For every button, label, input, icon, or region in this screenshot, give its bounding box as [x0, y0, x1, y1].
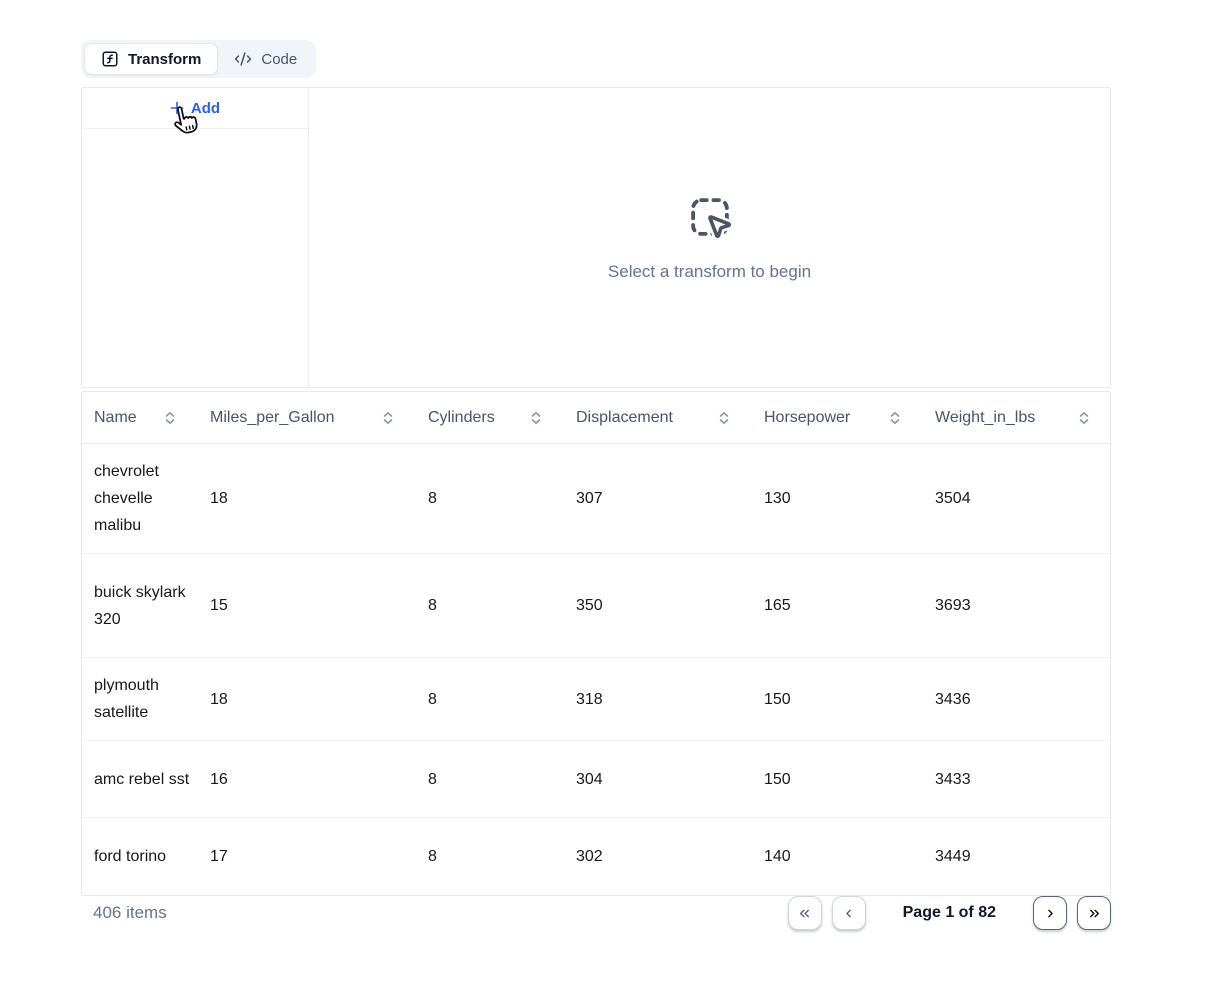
cell-cylinders: 8: [416, 578, 564, 633]
add-transform-button[interactable]: Add: [170, 100, 220, 117]
column-header-label: Displacement: [576, 409, 673, 427]
cell-displacement: 307: [564, 471, 752, 526]
add-transform-label: Add: [191, 100, 220, 117]
cell-displacement: 304: [564, 752, 752, 807]
sort-chevrons-icon: [889, 411, 901, 425]
cell-weight-in-lbs: 3693: [923, 578, 1112, 633]
view-mode-tabbar: Transform Code: [81, 40, 316, 78]
column-header-cylinders[interactable]: Cylinders: [416, 409, 564, 427]
first-page-button[interactable]: [788, 896, 822, 930]
page-status: Page 1 of 82: [903, 904, 996, 922]
column-header-displacement[interactable]: Displacement: [564, 409, 752, 427]
next-page-button[interactable]: [1033, 896, 1067, 930]
cell-name: ford torino: [82, 829, 198, 884]
cell-horsepower: 150: [752, 672, 923, 727]
column-header-label: Cylinders: [428, 409, 495, 427]
add-transform-row: Add: [82, 88, 308, 129]
cell-name: amc rebel sst: [82, 752, 198, 807]
tab-transform-label: Transform: [128, 51, 201, 68]
column-header-label: Weight_in_lbs: [935, 409, 1035, 427]
cell-horsepower: 130: [752, 471, 923, 526]
chevron-left-icon: [841, 906, 856, 921]
app-window: Transform Code Add: [0, 0, 1212, 982]
empty-state-text: Select a transform to begin: [608, 262, 811, 282]
column-header-miles-per-gallon[interactable]: Miles_per_Gallon: [198, 409, 416, 427]
chevrons-left-icon: [797, 906, 812, 921]
sort-chevrons-icon: [382, 411, 394, 425]
previous-page-button[interactable]: [832, 896, 866, 930]
tab-transform[interactable]: Transform: [84, 43, 218, 75]
transform-detail-panel: Select a transform to begin: [309, 88, 1110, 387]
column-header-horsepower[interactable]: Horsepower: [752, 409, 923, 427]
cell-horsepower: 140: [752, 829, 923, 884]
table-row: buick skylark 320 15 8 350 165 3693: [82, 554, 1110, 658]
sort-chevrons-icon: [164, 411, 176, 425]
sort-chevrons-icon: [1078, 411, 1090, 425]
tab-code[interactable]: Code: [218, 43, 313, 75]
cell-name: plymouth satellite: [82, 658, 198, 740]
cell-cylinders: 8: [416, 471, 564, 526]
column-header-name[interactable]: Name: [82, 409, 198, 427]
cell-name: chevrolet chevelle malibu: [82, 444, 198, 553]
data-table: Name Miles_per_Gallon Cylinders Displace…: [81, 391, 1111, 896]
column-header-weight-in-lbs[interactable]: Weight_in_lbs: [923, 409, 1112, 427]
cell-weight-in-lbs: 3436: [923, 672, 1112, 727]
table-footer: 406 items Page 1 of 82: [81, 893, 1111, 933]
table-row: chevrolet chevelle malibu 18 8 307 130 3…: [82, 444, 1110, 554]
column-header-label: Horsepower: [764, 409, 850, 427]
cell-miles-per-gallon: 15: [198, 578, 416, 633]
transform-list-panel: Add: [82, 88, 309, 387]
column-header-label: Name: [94, 409, 137, 427]
cell-cylinders: 8: [416, 829, 564, 884]
pagination: Page 1 of 82: [788, 896, 1111, 930]
cell-horsepower: 165: [752, 578, 923, 633]
column-header-label: Miles_per_Gallon: [210, 409, 335, 427]
cell-cylinders: 8: [416, 752, 564, 807]
cell-miles-per-gallon: 18: [198, 672, 416, 727]
function-square-icon: [101, 50, 119, 68]
last-page-button[interactable]: [1077, 896, 1111, 930]
transform-builder: Add Select a transform to begin: [81, 87, 1111, 388]
tab-code-label: Code: [261, 51, 297, 68]
cell-miles-per-gallon: 16: [198, 752, 416, 807]
sort-chevrons-icon: [718, 411, 730, 425]
cell-weight-in-lbs: 3449: [923, 829, 1112, 884]
cell-displacement: 350: [564, 578, 752, 633]
table-row: plymouth satellite 18 8 318 150 3436: [82, 658, 1110, 741]
sort-chevrons-icon: [530, 411, 542, 425]
table-row: ford torino 17 8 302 140 3449: [82, 818, 1110, 895]
cell-miles-per-gallon: 18: [198, 471, 416, 526]
cell-displacement: 318: [564, 672, 752, 727]
chevron-right-icon: [1043, 906, 1058, 921]
transform-list-empty-area: [82, 129, 308, 387]
table-header-row: Name Miles_per_Gallon Cylinders Displace…: [82, 392, 1110, 444]
cell-name: buick skylark 320: [82, 565, 198, 647]
cell-displacement: 302: [564, 829, 752, 884]
dashed-square-mouse-pointer-icon: [687, 194, 733, 240]
plus-icon: [170, 101, 184, 115]
table-row: amc rebel sst 16 8 304 150 3433: [82, 741, 1110, 818]
code-xml-icon: [234, 50, 252, 68]
cell-weight-in-lbs: 3504: [923, 471, 1112, 526]
cell-miles-per-gallon: 17: [198, 829, 416, 884]
cell-weight-in-lbs: 3433: [923, 752, 1112, 807]
cell-horsepower: 150: [752, 752, 923, 807]
chevrons-right-icon: [1087, 906, 1102, 921]
cell-cylinders: 8: [416, 672, 564, 727]
items-count: 406 items: [93, 903, 167, 923]
